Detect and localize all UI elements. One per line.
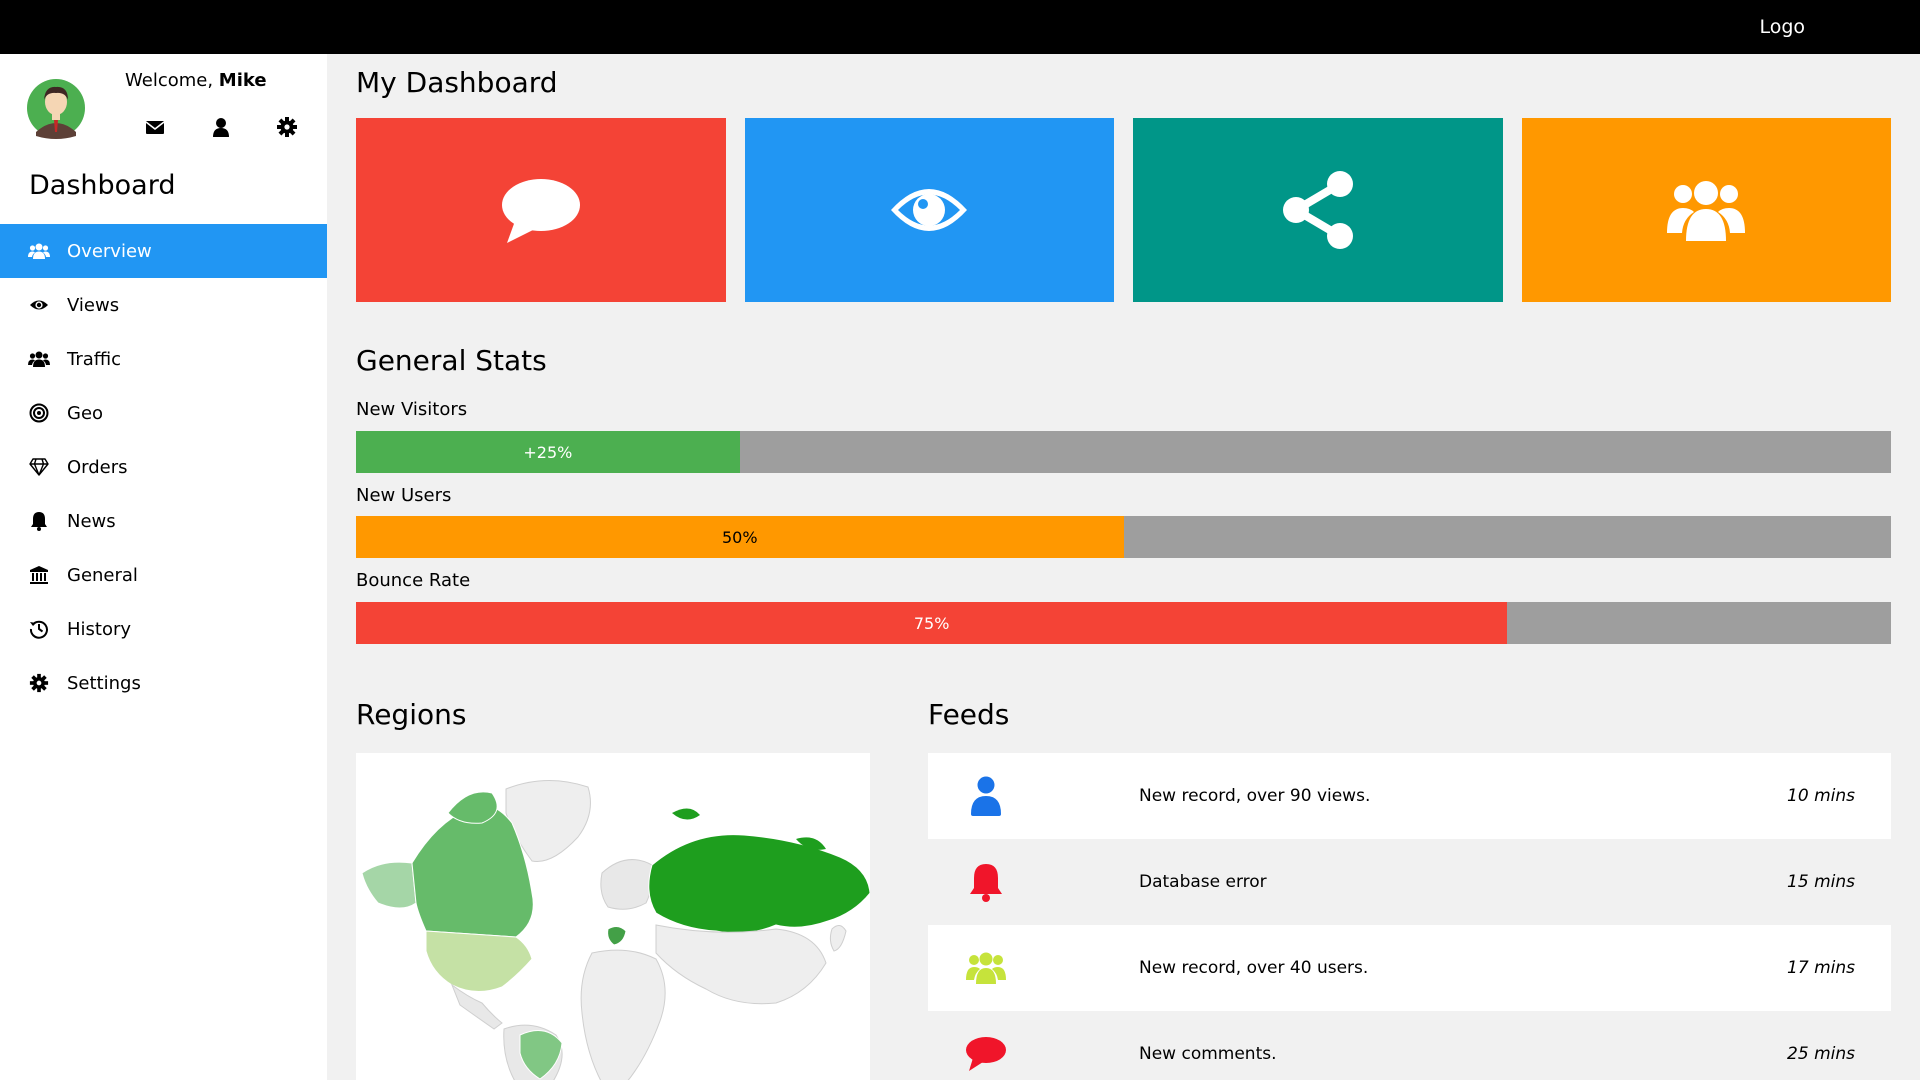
sidebar: Welcome, Mike Dashboard Overview Views T…	[0, 54, 327, 1080]
stat-label-new-visitors: New Visitors	[356, 399, 468, 420]
feed-time: 25 mins	[1787, 1044, 1855, 1064]
progress-text: 75%	[913, 613, 950, 633]
feed-text: New record, over 90 views.	[1139, 786, 1371, 806]
feed-text: Database error	[1139, 872, 1267, 892]
sidebar-title: Dashboard	[29, 170, 176, 201]
bell-icon	[28, 510, 50, 532]
tile-users[interactable]	[1521, 118, 1891, 302]
cog-icon[interactable]	[276, 116, 298, 138]
feed-item[interactable]: New record, over 90 views. 10 mins	[928, 753, 1891, 839]
sidebar-item-settings[interactable]: Settings	[0, 656, 327, 710]
eye-icon	[28, 294, 50, 316]
sidebar-item-geo[interactable]: Geo	[0, 386, 327, 440]
sidebar-item-history[interactable]: History	[0, 602, 327, 656]
progress-new-users: 50%	[356, 516, 1891, 558]
progress-bounce-rate: 75%	[356, 602, 1891, 644]
bell-icon	[928, 862, 1043, 902]
feeds-title: Feeds	[928, 698, 1010, 731]
progress-new-visitors: +25%	[356, 431, 1891, 473]
regions-map[interactable]	[356, 753, 870, 1080]
feed-time: 15 mins	[1787, 872, 1855, 892]
page-title: My Dashboard	[356, 66, 558, 99]
users-icon	[1667, 181, 1746, 241]
history-icon	[28, 618, 50, 640]
sidebar-item-label: Overview	[67, 240, 152, 262]
progress-fill: 75%	[356, 602, 1508, 644]
welcome-text: Welcome, Mike	[125, 70, 267, 91]
sidebar-nav: Overview Views Traffic Geo Orders News G…	[0, 224, 327, 710]
feeds-list: New record, over 90 views. 10 mins Datab…	[928, 753, 1891, 1080]
progress-text: 50%	[721, 527, 758, 547]
stat-label-bounce-rate: Bounce Rate	[356, 570, 471, 591]
welcome-prefix: Welcome,	[125, 70, 214, 91]
user-icon[interactable]	[210, 116, 232, 138]
stat-label-new-users: New Users	[356, 485, 452, 506]
user-name: Mike	[218, 70, 267, 91]
envelope-icon[interactable]	[144, 116, 166, 138]
users-icon	[28, 240, 50, 262]
users-icon	[928, 951, 1043, 985]
sidebar-item-label: Geo	[67, 402, 104, 424]
logo[interactable]: Logo	[1759, 16, 1805, 38]
feed-text: New record, over 40 users.	[1139, 958, 1369, 978]
cog-icon	[28, 672, 50, 694]
share-icon	[1282, 171, 1353, 249]
summary-tiles	[356, 118, 1891, 302]
user-actions	[144, 116, 298, 138]
sidebar-item-label: Views	[67, 294, 120, 316]
sidebar-item-label: Settings	[67, 672, 141, 694]
progress-fill: +25%	[356, 431, 740, 473]
users-icon	[28, 348, 50, 370]
comment-icon	[928, 1036, 1043, 1072]
feed-time: 10 mins	[1787, 786, 1855, 806]
user-icon	[928, 776, 1043, 816]
progress-text: +25%	[523, 442, 573, 462]
feed-item[interactable]: New comments. 25 mins	[928, 1011, 1891, 1080]
sidebar-item-overview[interactable]: Overview	[0, 224, 327, 278]
comment-icon	[501, 179, 580, 243]
regions-title: Regions	[356, 698, 467, 731]
feed-text: New comments.	[1139, 1044, 1277, 1064]
sidebar-item-label: History	[67, 618, 132, 640]
sidebar-item-label: Traffic	[67, 348, 122, 370]
bullseye-icon	[28, 402, 50, 424]
tile-comments[interactable]	[356, 118, 726, 302]
progress-fill: 50%	[356, 516, 1124, 558]
sidebar-item-label: News	[67, 510, 116, 532]
general-stats-title: General Stats	[356, 344, 547, 377]
tile-shares[interactable]	[1133, 118, 1503, 302]
eye-icon	[891, 189, 968, 231]
bank-icon	[28, 564, 50, 586]
sidebar-item-label: General	[67, 564, 138, 586]
sidebar-item-general[interactable]: General	[0, 548, 327, 602]
tile-views[interactable]	[744, 118, 1114, 302]
top-bar: Logo	[0, 0, 1920, 54]
sidebar-item-orders[interactable]: Orders	[0, 440, 327, 494]
feed-item[interactable]: Database error 15 mins	[928, 839, 1891, 925]
sidebar-item-views[interactable]: Views	[0, 278, 327, 332]
sidebar-item-label: Orders	[67, 456, 128, 478]
feed-time: 17 mins	[1787, 958, 1855, 978]
avatar[interactable]	[27, 76, 85, 140]
feed-item[interactable]: New record, over 40 users. 17 mins	[928, 925, 1891, 1011]
sidebar-item-news[interactable]: News	[0, 494, 327, 548]
sidebar-item-traffic[interactable]: Traffic	[0, 332, 327, 386]
diamond-icon	[28, 456, 50, 478]
